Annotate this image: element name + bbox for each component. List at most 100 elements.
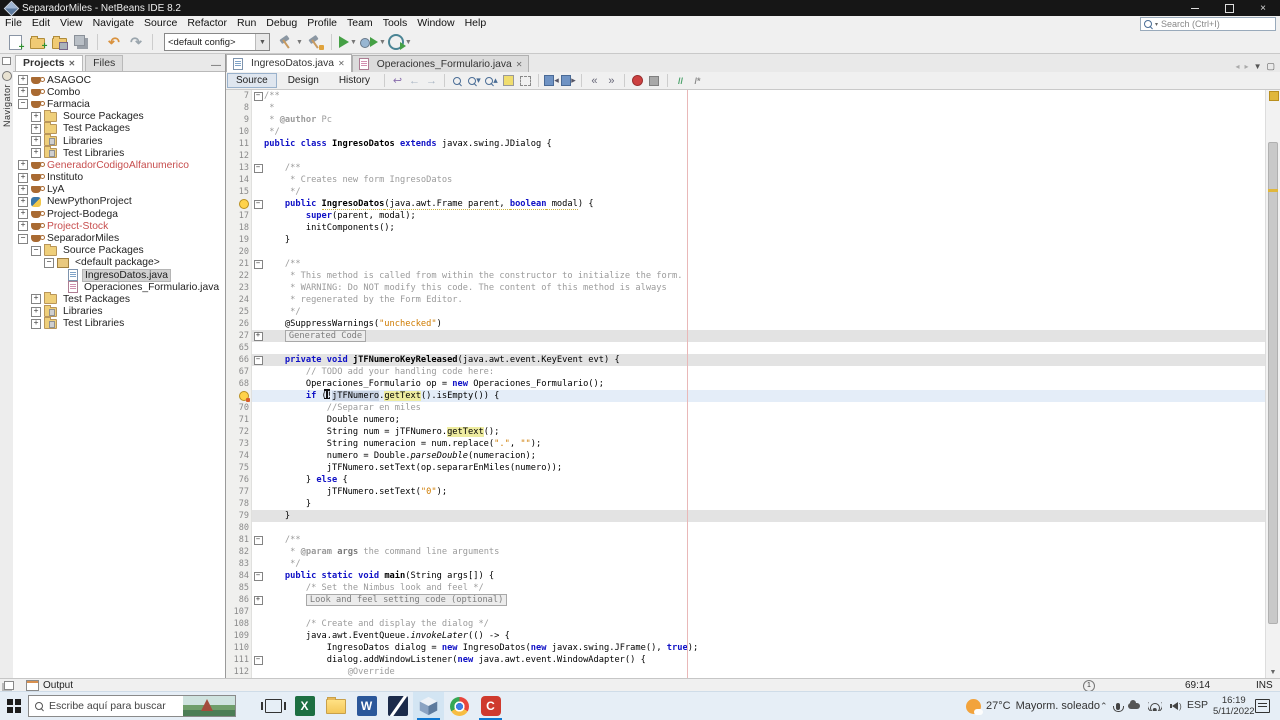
code-line-16[interactable]: − public IngresoDatos(java.awt.Frame par… — [226, 198, 1280, 210]
camtasia-button[interactable]: C — [475, 692, 506, 720]
microphone-icon[interactable] — [1113, 702, 1125, 712]
code-line-78[interactable]: 78 } — [226, 498, 1280, 510]
close-icon[interactable]: ✕ — [338, 59, 345, 68]
action-center-icon[interactable] — [1255, 699, 1270, 713]
code-line-79[interactable]: 79 } — [226, 510, 1280, 522]
code-line-12[interactable]: 12 — [226, 150, 1280, 162]
taskbar-search-input[interactable]: Escribe aquí para buscar — [28, 695, 236, 717]
comment-icon[interactable]: // — [672, 73, 689, 88]
fold-collapse-icon[interactable]: − — [253, 355, 263, 365]
undo-button[interactable]: ↶ — [104, 32, 124, 52]
search-dropdown-icon[interactable]: ▾ — [1155, 21, 1158, 28]
view-button-history[interactable]: History — [330, 73, 379, 88]
code-line-112[interactable]: 112 @Override — [226, 666, 1280, 678]
fold-collapse-icon[interactable]: − — [253, 199, 263, 209]
code-line-110[interactable]: 110 IngresoDatos dialog = new IngresoDat… — [226, 642, 1280, 654]
menu-debug[interactable]: Debug — [261, 16, 302, 31]
code-line-108[interactable]: 108 /* Create and display the dialog */ — [226, 618, 1280, 630]
chevron-down-icon[interactable]: ▼ — [405, 39, 412, 46]
warning-mark[interactable] — [1268, 189, 1278, 192]
run-project-button[interactable]: ▼ — [338, 32, 358, 52]
chevron-down-icon[interactable]: ▼ — [350, 39, 357, 46]
collapse-icon[interactable]: − — [18, 233, 28, 244]
code-line-18[interactable]: 18 initComponents(); — [226, 222, 1280, 234]
save-all-button[interactable] — [71, 32, 91, 52]
menu-view[interactable]: View — [55, 16, 88, 31]
restore-group-icon[interactable] — [4, 681, 14, 690]
code-line-70[interactable]: 70 //Separar en miles — [226, 402, 1280, 414]
code-line-24[interactable]: 24 * regenerated by the Form Editor. — [226, 294, 1280, 306]
code-line-26[interactable]: 26 @SuppressWarnings("unchecked") — [226, 318, 1280, 330]
chevron-down-icon[interactable]: ▼ — [379, 39, 386, 46]
back-icon[interactable]: ← — [406, 73, 423, 88]
netbeans-button[interactable] — [413, 692, 444, 720]
maximize-button[interactable] — [1212, 0, 1246, 16]
code-line-86[interactable]: 86 + Look and feel setting code (optional… — [226, 594, 1280, 606]
wifi-icon[interactable] — [1147, 701, 1162, 711]
editor-tab-operaciones-formulario-java[interactable]: Operaciones_Formulario.java ✕ — [351, 55, 530, 72]
taskbar-weather[interactable]: 27°C Mayorm. soleado — [966, 692, 1100, 720]
code-line-72[interactable]: 72 String num = jTFNumero.getText(); — [226, 426, 1280, 438]
code-line-14[interactable]: 14 * Creates new form IngresoDatos — [226, 174, 1280, 186]
expand-icon[interactable]: + — [18, 196, 28, 207]
quick-search-input[interactable]: ▾ Search (Ctrl+I) — [1140, 17, 1276, 31]
code-line-111[interactable]: 111− dialog.addWindowListener(new java.a… — [226, 654, 1280, 666]
fold-collapse-icon[interactable]: − — [253, 163, 263, 173]
code-line-23[interactable]: 23 * WARNING: Do NOT modify this code. T… — [226, 282, 1280, 294]
build-project-button[interactable]: ▼ — [277, 32, 303, 52]
menu-source[interactable]: Source — [139, 16, 182, 31]
designer-app-button[interactable] — [382, 692, 413, 720]
code-line-80[interactable]: 80 — [226, 522, 1280, 534]
view-button-design[interactable]: Design — [279, 73, 328, 88]
new-file-button[interactable] — [5, 32, 25, 53]
fold-collapse-icon[interactable]: − — [253, 259, 263, 269]
open-project-button[interactable] — [49, 32, 69, 52]
code-line-81[interactable]: 81− /** — [226, 534, 1280, 546]
next-bookmark-icon[interactable]: ▸ — [560, 73, 577, 88]
code-line-67[interactable]: 67 // TODO add your handling code here: — [226, 366, 1280, 378]
volume-icon[interactable]: ) — [1169, 702, 1182, 711]
code-line-84[interactable]: 84− public static void main(String args[… — [226, 570, 1280, 582]
tree-item-newpythonproject[interactable]: + NewPythonProject — [13, 196, 225, 208]
chevron-down-icon[interactable]: ▼ — [255, 34, 269, 50]
code-line-8[interactable]: 8 * — [226, 102, 1280, 114]
expand-icon[interactable]: + — [31, 318, 41, 329]
config-combobox[interactable]: <default config> ▼ — [164, 33, 270, 51]
code-line-77[interactable]: 77 jTFNumero.setText("0"); — [226, 486, 1280, 498]
code-line-65[interactable]: 65 — [226, 342, 1280, 354]
expand-icon[interactable]: + — [18, 87, 28, 98]
tree-item-instituto[interactable]: + Instituto — [13, 172, 225, 184]
code-line-66[interactable]: 66− private void jTFNumeroKeyReleased(ja… — [226, 354, 1280, 366]
expand-icon[interactable]: + — [18, 184, 28, 195]
tree-item-lya[interactable]: + LyA — [13, 184, 225, 196]
menu-refactor[interactable]: Refactor — [182, 16, 232, 31]
expand-icon[interactable]: + — [31, 111, 41, 122]
chevron-down-icon[interactable]: ▼ — [296, 39, 303, 46]
collapse-icon[interactable]: − — [31, 245, 41, 256]
collapse-icon[interactable]: − — [44, 257, 54, 268]
code-line-13[interactable]: 13− /** — [226, 162, 1280, 174]
code-line-15[interactable]: 15 */ — [226, 186, 1280, 198]
code-line-21[interactable]: 21− /** — [226, 258, 1280, 270]
last-edit-icon[interactable]: ↩ — [389, 73, 406, 88]
code-line-85[interactable]: 85 /* Set the Nimbus look and feel */ — [226, 582, 1280, 594]
fold-expand-icon[interactable]: + — [253, 331, 263, 341]
tree-item-ingresodatos-java[interactable]: IngresoDatos.java — [13, 268, 225, 282]
expand-icon[interactable]: + — [18, 160, 28, 171]
menu-window[interactable]: Window — [412, 16, 459, 31]
file-explorer-button[interactable] — [320, 692, 351, 720]
minimize-panel-icon[interactable]: — — [211, 60, 221, 71]
record-macro-icon[interactable] — [629, 73, 646, 88]
collapse-icon[interactable]: − — [18, 99, 28, 110]
menu-team[interactable]: Team — [342, 16, 378, 31]
tab-files[interactable]: Files — [85, 55, 124, 71]
expand-icon[interactable]: + — [31, 136, 41, 147]
code-line-76[interactable]: 76 } else { — [226, 474, 1280, 486]
tree-item-source-packages[interactable]: − Source Packages — [13, 243, 225, 257]
tree-item-project-bodega[interactable]: + Project-Bodega — [13, 208, 225, 220]
code-line-9[interactable]: 9 * @author Pc — [226, 114, 1280, 126]
fold-collapse-icon[interactable]: − — [253, 571, 263, 581]
code-line-17[interactable]: 17 super(parent, modal); — [226, 210, 1280, 222]
word-button[interactable]: W — [351, 692, 382, 720]
clean-build-button[interactable] — [305, 32, 325, 52]
